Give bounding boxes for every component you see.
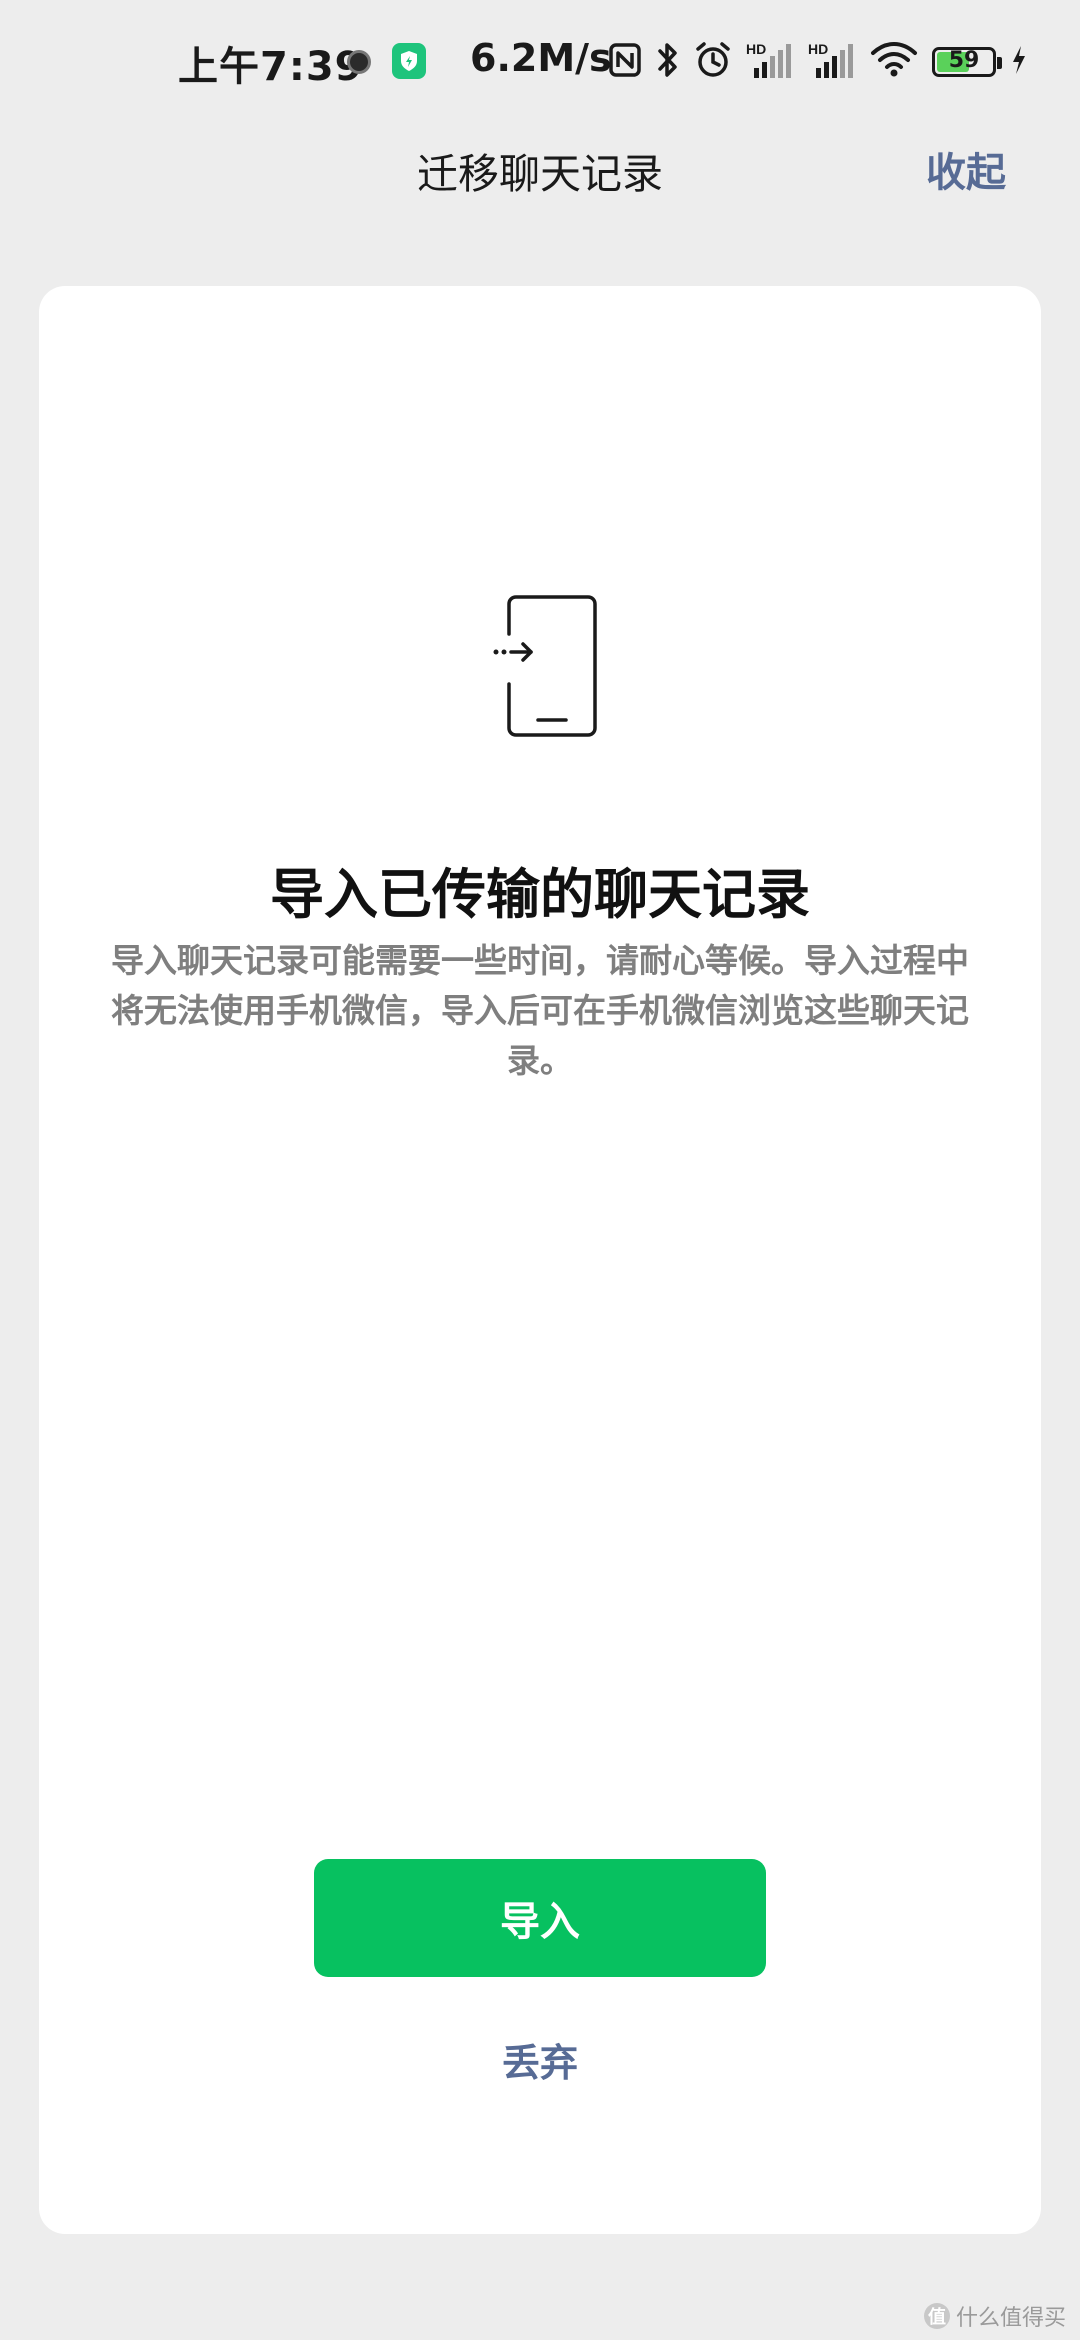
hd-signal-icon: HD — [746, 40, 794, 84]
page-title: 迁移聊天记录 — [417, 150, 663, 198]
watermark: 值 什么值得买 — [923, 2300, 1066, 2332]
battery-cap — [997, 57, 1002, 69]
alarm-icon — [694, 41, 732, 83]
shield-app-icon — [392, 43, 426, 79]
charging-icon — [1010, 44, 1028, 80]
import-button[interactable]: 导入 — [314, 1859, 766, 1977]
svg-text:HD: HD — [746, 41, 766, 57]
status-time: 上午7:39 — [178, 44, 364, 90]
collapse-button[interactable]: 收起 — [926, 140, 1006, 198]
content-card: 导入已传输的聊天记录 导入聊天记录可能需要一些时间，请耐心等候。导入过程中将无法… — [39, 286, 1041, 2234]
wifi-icon — [870, 41, 918, 83]
network-speed: 6.2M/s — [470, 36, 612, 80]
phone-transfer-icon — [491, 594, 601, 740]
recording-dot-icon — [347, 50, 371, 74]
status-icons: HD HD 59 — [608, 40, 1028, 84]
watermark-text: 什么值得买 — [955, 2306, 1066, 2331]
watermark-logo: 值 — [923, 2303, 950, 2329]
nfc-icon — [608, 42, 642, 82]
discard-button[interactable]: 丢弃 — [39, 2032, 1041, 2087]
bluetooth-icon — [656, 41, 680, 83]
hd-signal-icon: HD — [808, 40, 856, 84]
battery-level: 59 — [948, 48, 980, 73]
content-description: 导入聊天记录可能需要一些时间，请耐心等候。导入过程中将无法使用手机微信，导入后可… — [111, 941, 969, 1080]
battery-icon: 59 — [932, 47, 1002, 77]
svg-text:HD: HD — [808, 41, 828, 57]
content-title: 导入已传输的聊天记录 — [270, 863, 810, 926]
status-bar: 上午7:39 6.2M/s HD HD 59 — [0, 0, 1080, 120]
